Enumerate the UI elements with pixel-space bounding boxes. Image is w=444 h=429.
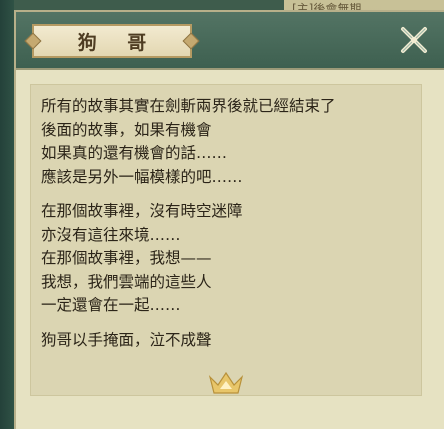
story-line: 在那個故事裡，沒有時空迷障 <box>41 202 243 220</box>
story-dialog: 狗 哥 所有的故事其實在劍斬兩界後就已經結束了 後面的故事，如果有機會 如果真的… <box>14 10 444 429</box>
game-scene: [主]後會無期 狗 哥 所有的故事其實在劍斬兩界後就已經結束了 後面的故事，如果… <box>0 0 444 429</box>
story-line: 在那個故事裡，我想—— <box>41 249 212 267</box>
dialog-title: 狗 哥 <box>77 31 159 54</box>
story-line: 我想，我們雲端的這些人 <box>41 272 212 291</box>
story-line: 應該是另外一幅模樣的吧…… <box>41 167 243 186</box>
background-left-edge <box>0 0 14 429</box>
continue-ornament[interactable] <box>206 369 246 399</box>
story-line: 一定還會在一起…… <box>41 296 181 314</box>
title-plaque: 狗 哥 <box>32 24 192 58</box>
story-text-area: 所有的故事其實在劍斬兩界後就已經結束了 後面的故事，如果有機會 如果真的還有機會… <box>30 84 422 396</box>
dialog-header: 狗 哥 <box>16 12 444 70</box>
story-line: 亦沒有這往來境…… <box>41 225 181 244</box>
crown-ornament-icon <box>208 371 244 394</box>
close-button[interactable] <box>398 24 430 56</box>
paragraph-3: 狗哥以手掩面，泣不成聲 <box>41 329 411 353</box>
story-line: 所有的故事其實在劍斬兩界後就已經結束了 <box>41 97 336 115</box>
paragraph-1: 所有的故事其實在劍斬兩界後就已經結束了 後面的故事，如果有機會 如果真的還有機會… <box>41 95 411 189</box>
story-line: 如果真的還有機會的話…… <box>41 144 228 162</box>
story-line: 狗哥以手掩面，泣不成聲 <box>41 330 212 349</box>
close-x-icon <box>401 27 427 53</box>
paragraph-2: 在那個故事裡，沒有時空迷障 亦沒有這往來境…… 在那個故事裡，我想—— 我想，我… <box>41 200 411 318</box>
story-line: 後面的故事，如果有機會 <box>41 120 212 139</box>
